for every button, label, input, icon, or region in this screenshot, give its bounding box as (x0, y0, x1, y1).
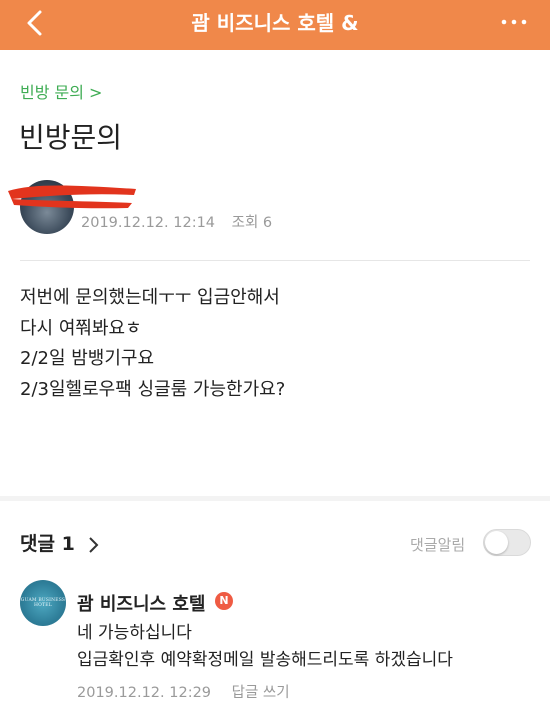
chevron-right-icon (89, 536, 99, 553)
hotel-logo-text: GUAM BUSINESS HOTEL (20, 598, 66, 608)
more-horizontal-icon[interactable] (499, 10, 529, 34)
comment-notify-label: 댓글알림 (410, 536, 466, 554)
page-header-title: 괌 비즈니스 호텔 & (191, 11, 359, 35)
view-count: 조회 6 (231, 215, 273, 231)
comment-date: 2019.12.12. 12:29 (77, 685, 212, 701)
top-bar: 괌 비즈니스 호텔 & (0, 0, 550, 50)
post-body-line: 다시 여쭤봐요ㅎ (20, 317, 142, 339)
comments-count: 댓글 1 (20, 533, 75, 555)
section-separator (0, 496, 550, 501)
breadcrumb[interactable]: 빈방 문의 > (20, 79, 102, 103)
comment-author[interactable]: 괌 비즈니스 호텔 (77, 590, 205, 616)
post-meta: 2019.12.12. 12:14 조회 6 (81, 211, 284, 232)
post-title: 빈방문의 (19, 121, 123, 154)
divider (20, 260, 530, 261)
comment-meta: 2019.12.12. 12:29 답글 쓰기 (77, 681, 290, 702)
post-body-line: 저번에 문의했는데ㅜㅜ 입금안해서 (20, 287, 280, 308)
comment-line: 입금확인후 예약확정메일 발송해드리도록 하겠습니다 (77, 650, 453, 670)
comment-body: 네 가능하십니다 입금확인후 예약확정메일 발송해드리도록 하겠습니다 (77, 620, 453, 674)
post-body-line: 2/3일헬로우팩 싱글룸 가능한가요? (20, 378, 286, 400)
comment-notify-toggle[interactable] (483, 529, 531, 556)
new-badge: N (215, 592, 233, 610)
post-body: 저번에 문의했는데ㅜㅜ 입금안해서 다시 여쭤봐요ㅎ 2/2일 밤뱅기구요 2/… (20, 283, 285, 405)
toggle-knob (485, 531, 508, 554)
comment-line: 네 가능하십니다 (77, 623, 192, 643)
post-body-line: 2/2일 밤뱅기구요 (20, 348, 155, 369)
reply-button[interactable]: 답글 쓰기 (232, 685, 290, 701)
redaction-scribble (8, 185, 136, 209)
comments-header[interactable]: 댓글 1 (20, 529, 99, 556)
hotel-avatar[interactable]: GUAM BUSINESS HOTEL (20, 580, 66, 626)
post-date: 2019.12.12. 12:14 (81, 215, 216, 231)
